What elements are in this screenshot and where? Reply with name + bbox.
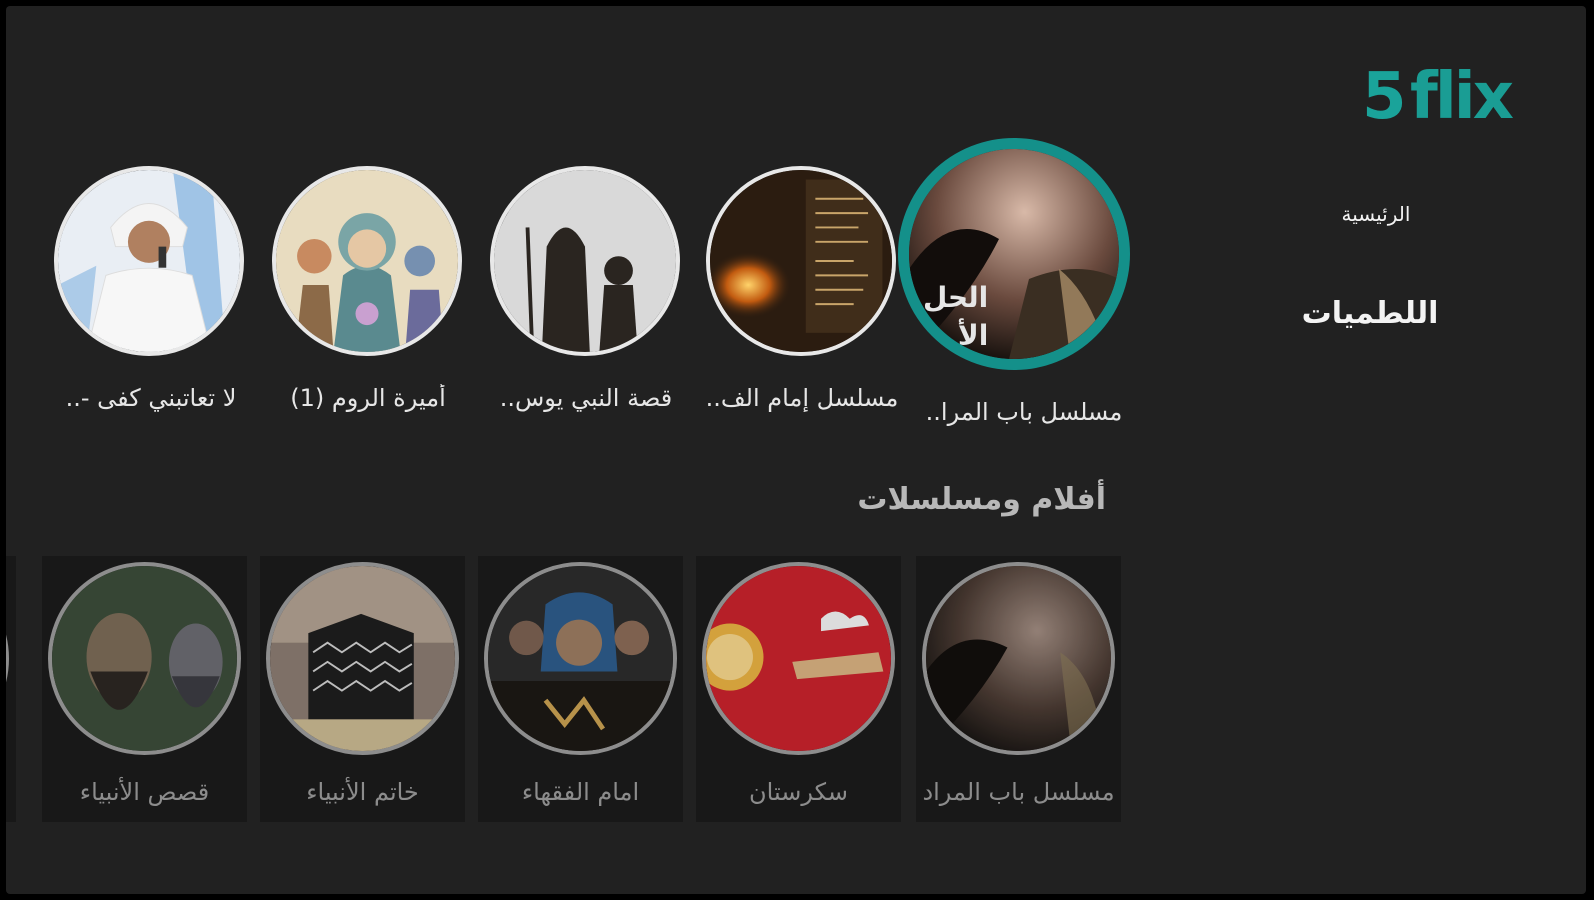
logo-word: flix <box>1410 60 1514 134</box>
card-1-thumbnail <box>922 562 1115 755</box>
nav-latmiyat[interactable]: اللطميات <box>1270 296 1470 331</box>
card-5-image <box>52 566 237 751</box>
card-4-thumbnail <box>266 562 459 755</box>
card-1-image <box>926 566 1111 751</box>
card-4-label: خاتم الأنبياء <box>306 778 419 806</box>
featured-item-4-thumbnail[interactable] <box>272 166 462 356</box>
section-title-movies-series: أفلام ومسلسلات <box>857 482 1106 517</box>
card-5-thumbnail <box>48 562 241 755</box>
featured-item-5-title[interactable]: لا تعاتبني كفى -.. <box>46 384 256 412</box>
logo-number: 5 <box>1362 60 1407 134</box>
card-partial-thumbnail <box>6 562 9 755</box>
card-3-label: امام الفقهاء <box>521 778 640 806</box>
card-4-image <box>270 566 455 751</box>
featured-item-3-title[interactable]: قصة النبي يوس.. <box>486 384 686 412</box>
featured-3-image <box>494 170 676 352</box>
featured-item-3-thumbnail[interactable] <box>490 166 680 356</box>
featured-5-image <box>58 170 240 352</box>
card-4[interactable]: خاتم الأنبياء <box>260 556 465 822</box>
featured-item-5-thumbnail[interactable] <box>54 166 244 356</box>
card-1[interactable]: مسلسل باب المراد <box>916 556 1121 822</box>
card-5-label: قصص الأنبياء <box>79 778 210 806</box>
featured-item-1-title[interactable]: مسلسل باب المرا.. <box>906 398 1142 426</box>
card-1-label: مسلسل باب المراد <box>922 778 1115 806</box>
featured-item-1-thumbnail[interactable]: الحل الأ <box>898 138 1130 370</box>
card-2[interactable]: سكرستان <box>696 556 901 822</box>
featured-item-2-thumbnail[interactable] <box>706 166 896 356</box>
card-3[interactable]: امام الفقهاء <box>478 556 683 822</box>
featured-item-2-title[interactable]: مسلسل إمام الف.. <box>696 384 908 412</box>
card-3-image <box>488 566 673 751</box>
featured-item-4-title[interactable]: أميرة الروم (1) <box>270 384 466 412</box>
app-screen: 5 flix الرئيسية اللطميات الحل الأ مسلسل … <box>6 6 1586 894</box>
card-partial-edge[interactable] <box>6 556 16 822</box>
card-5[interactable]: قصص الأنبياء <box>42 556 247 822</box>
featured-2-image <box>710 170 892 352</box>
5flix-logo: 5 flix <box>1362 62 1542 138</box>
card-2-image <box>706 566 891 751</box>
card-2-label: سكرستان <box>749 778 848 806</box>
card-3-thumbnail <box>484 562 677 755</box>
featured-1-overlay-text: الحل الأ <box>923 281 989 352</box>
nav-home[interactable]: الرئيسية <box>1306 202 1446 226</box>
card-2-thumbnail <box>702 562 895 755</box>
featured-4-image <box>276 170 458 352</box>
